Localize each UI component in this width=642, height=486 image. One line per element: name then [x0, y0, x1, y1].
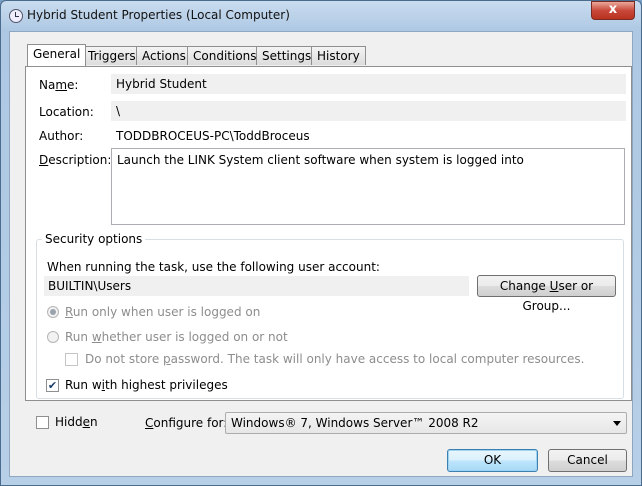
author-label: Author:: [39, 129, 84, 143]
name-value: Hybrid Student: [116, 77, 207, 91]
hidden-label: Hidden: [55, 415, 98, 429]
do-not-store-password-label: Do not store password. The task will onl…: [85, 352, 585, 366]
run-only-logged-on-label: Run only when user is logged on: [65, 305, 261, 319]
tab-actions[interactable]: Actions: [136, 46, 192, 65]
ok-button[interactable]: OK: [447, 449, 538, 472]
description-value: Launch the LINK System client software w…: [117, 153, 524, 167]
close-button[interactable]: x: [591, 1, 635, 20]
window-title: Hybrid Student Properties (Local Compute…: [27, 8, 290, 22]
tab-triggers[interactable]: Triggers: [82, 46, 142, 65]
dropdown-arrow-icon: [613, 421, 621, 426]
configure-for-value: Windows® 7, Windows Server™ 2008 R2: [231, 416, 479, 430]
configure-for-select[interactable]: Windows® 7, Windows Server™ 2008 R2: [225, 412, 627, 434]
run-only-logged-on-radio[interactable]: [47, 306, 59, 318]
title-bar[interactable]: Hybrid Student Properties (Local Compute…: [1, 1, 641, 31]
tab-conditions[interactable]: Conditions: [187, 46, 263, 65]
tab-settings[interactable]: Settings: [256, 46, 318, 65]
run-whether-logged-on-radio[interactable]: [47, 331, 59, 343]
clock-icon: [9, 9, 23, 23]
tab-history[interactable]: History: [311, 46, 366, 65]
description-label: Description:: [39, 153, 112, 167]
user-account-value: BUILTIN\Users: [48, 279, 132, 293]
security-options-legend: Security options: [42, 232, 146, 246]
name-field[interactable]: Hybrid Student: [111, 74, 626, 94]
location-field: \: [111, 101, 626, 121]
location-label: Location:: [39, 105, 94, 119]
tab-general[interactable]: General: [27, 44, 87, 66]
cancel-button[interactable]: Cancel: [548, 449, 627, 472]
author-value: TODDBROCEUS-PC\ToddBroceus: [116, 129, 310, 143]
description-textarea[interactable]: Launch the LINK System client software w…: [111, 148, 625, 225]
user-account-field: BUILTIN\Users: [44, 276, 469, 296]
hidden-checkbox[interactable]: [36, 416, 49, 429]
location-value: \: [116, 104, 121, 118]
name-label: Name:: [39, 78, 79, 92]
account-prompt: When running the task, use the following…: [47, 260, 380, 274]
configure-for-label: Configure for:: [145, 416, 228, 430]
run-whether-logged-on-label: Run whether user is logged on or not: [65, 330, 288, 344]
highest-privileges-checkbox[interactable]: ✔: [46, 379, 59, 392]
highest-privileges-label: Run with highest privileges: [65, 378, 228, 392]
do-not-store-password-checkbox[interactable]: [65, 353, 78, 366]
change-user-group-button[interactable]: Change User or Group...: [477, 275, 616, 313]
